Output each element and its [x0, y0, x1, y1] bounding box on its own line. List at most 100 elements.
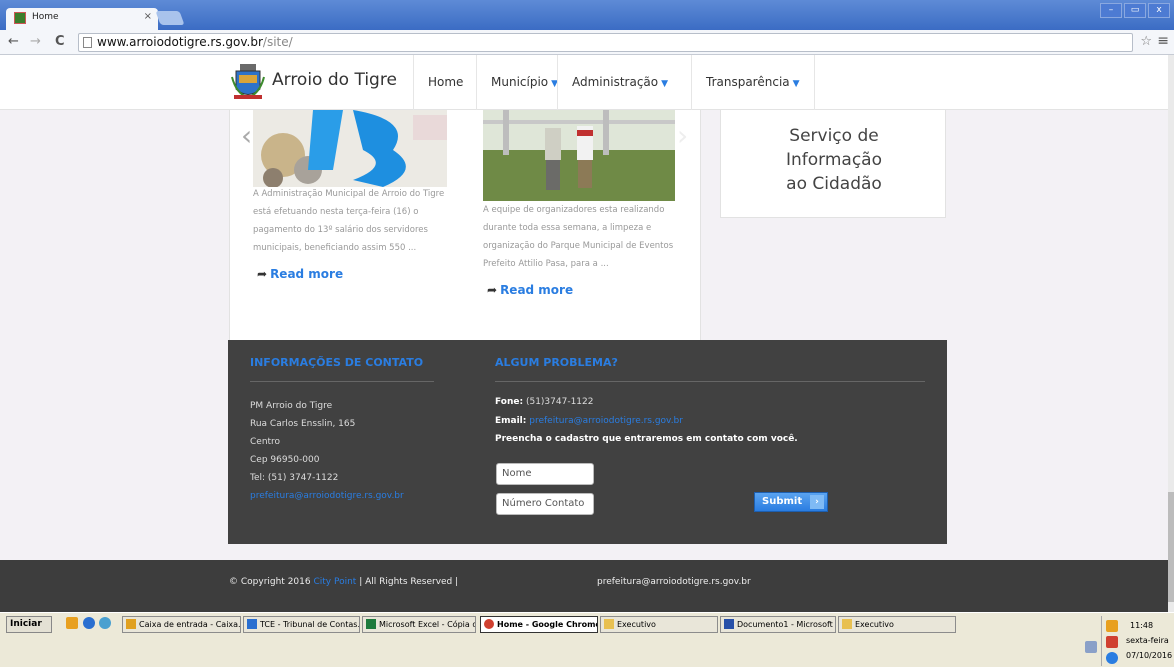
brand-name: Arroio do Tigre: [272, 70, 397, 90]
excerpt-line: organização do Parque Municipal de Event…: [483, 241, 674, 251]
taskbar-item[interactable]: Caixa de entrada - Caixa...: [122, 616, 241, 633]
chevron-down-icon: ▼: [792, 79, 800, 89]
taskbar-item[interactable]: Microsoft Excel - Cópia d...: [362, 616, 476, 633]
excel-icon: [366, 619, 376, 629]
nav-home-label: Home: [428, 75, 464, 89]
nav-municipio-label: Município: [491, 75, 549, 89]
fone-label: Fone:: [495, 397, 524, 407]
site-navbar: Arroio do Tigre Home Município ▼ Administ…: [0, 55, 1168, 110]
taskbar-item[interactable]: TCE - Tribunal de Contas...: [243, 616, 360, 633]
divider: [250, 381, 434, 382]
bookmark-star-icon[interactable]: ☆: [1140, 34, 1152, 49]
address-line: Tel: (51) 3747-1122: [250, 473, 339, 483]
carousel-prev-icon[interactable]: ‹: [241, 119, 252, 152]
news-image-park[interactable]: [483, 110, 675, 201]
tray-app-icon[interactable]: [1106, 620, 1118, 632]
email-value-link[interactable]: prefeitura@arroiodotigre.rs.gov.br: [529, 416, 683, 426]
chevron-down-icon: ▼: [661, 79, 669, 89]
task-label: TCE - Tribunal de Contas...: [260, 620, 360, 629]
task-label: Home - Google Chrome: [497, 620, 598, 629]
nav-administracao[interactable]: Administração ▼: [557, 55, 682, 110]
site-favicon-icon: [14, 12, 26, 24]
site-logo[interactable]: Arroio do Tigre: [230, 63, 410, 103]
site-footer: © Copyright 2016 City Point | All Rights…: [0, 560, 1168, 612]
address-line: Rua Carlos Ensslin, 165: [250, 419, 356, 429]
media-quicklaunch-icon[interactable]: [99, 617, 111, 629]
reload-button[interactable]: C: [55, 34, 65, 49]
task-label: Executivo: [855, 620, 894, 629]
clock-date: 07/10/2016: [1126, 651, 1173, 660]
folder-icon: [604, 619, 614, 629]
taskbar-item-active[interactable]: Home - Google Chrome: [480, 616, 598, 633]
clock-day: sexta-feira: [1126, 636, 1169, 645]
new-tab-button[interactable]: [155, 11, 185, 25]
copyright: © Copyright 2016 City Point | All Rights…: [229, 577, 458, 587]
task-label: Caixa de entrada - Caixa...: [139, 620, 241, 629]
contact-info-heading: INFORMAÇÕES DE CONTATO: [250, 356, 424, 369]
contact-email-link[interactable]: prefeitura@arroiodotigre.rs.gov.br: [250, 487, 404, 505]
copyright-prefix: © Copyright 2016: [229, 577, 311, 587]
fone-line: Fone: (51)3747-1122: [495, 397, 593, 407]
carousel-next-icon[interactable]: ›: [677, 119, 688, 152]
service-line: ao Cidadão: [786, 174, 882, 194]
phone-input[interactable]: Número Contato: [496, 493, 594, 515]
forward-button[interactable]: →: [30, 34, 41, 49]
footer-email-link[interactable]: prefeitura@arroiodotigre.rs.gov.br: [597, 577, 751, 587]
chrome-menu-icon[interactable]: ≡: [1157, 33, 1169, 49]
fone-value: (51)3747-1122: [525, 397, 594, 407]
tab-title: Home: [32, 12, 59, 22]
address-bar[interactable]: www.arroiodotigre.rs.gov.br/site/: [78, 33, 1133, 52]
service-line: Informação: [785, 150, 882, 170]
ie-quicklaunch-icon[interactable]: [83, 617, 95, 629]
news-image-salary[interactable]: [253, 110, 447, 187]
submit-button[interactable]: Submit ›: [754, 492, 828, 512]
tray-app-icon[interactable]: [1106, 636, 1118, 648]
chrome-icon: [484, 619, 494, 629]
nav-transparencia[interactable]: Transparência ▼: [691, 55, 815, 110]
tray-app-icon[interactable]: [1106, 652, 1118, 664]
excerpt-line: pagamento do 13º salário dos servidores: [253, 225, 428, 235]
task-label: Documento1 - Microsoft ...: [737, 620, 836, 629]
read-more-link-1[interactable]: ➦ Read more: [257, 267, 343, 281]
citizen-info-service-box[interactable]: Serviço de Informação ao Cidadão: [720, 110, 946, 218]
copyright-suffix: | All Rights Reserved |: [359, 577, 459, 587]
start-button[interactable]: Iniciar: [6, 616, 52, 633]
taskbar-item[interactable]: Executivo: [600, 616, 718, 633]
task-label: Microsoft Excel - Cópia d...: [379, 620, 476, 629]
read-more-label: Read more: [270, 267, 344, 281]
excerpt-line: municipais, beneficiando assim 550 ...: [253, 243, 417, 253]
mail-icon: [126, 619, 136, 629]
web-page: Arroio do Tigre Home Município ▼ Administ…: [0, 55, 1168, 612]
minimize-button[interactable]: –: [1100, 3, 1122, 18]
email-label: Email:: [495, 416, 527, 426]
task-label: Executivo: [617, 620, 656, 629]
read-more-link-2[interactable]: ➦ Read more: [487, 283, 573, 297]
tab-close-icon[interactable]: ×: [144, 11, 152, 22]
tab-home[interactable]: Home ×: [6, 8, 158, 30]
service-line: Serviço de: [789, 126, 879, 146]
maximize-button[interactable]: ▭: [1124, 3, 1146, 18]
close-window-button[interactable]: x: [1148, 3, 1170, 18]
coins-image: [253, 110, 447, 187]
network-tray-icon[interactable]: [1085, 641, 1097, 653]
address-line: Centro: [250, 437, 281, 447]
window-controls: – ▭ x: [1100, 3, 1170, 18]
word-icon: [724, 619, 734, 629]
submit-label: Submit: [762, 496, 803, 507]
name-input[interactable]: Nome: [496, 463, 594, 485]
divider: [495, 381, 925, 382]
taskbar-item[interactable]: Documento1 - Microsoft ...: [720, 616, 836, 633]
outlook-quicklaunch-icon[interactable]: [66, 617, 78, 629]
email-line: Email: prefeitura@arroiodotigre.rs.gov.b…: [495, 416, 683, 426]
page-icon: [83, 37, 92, 48]
nav-home[interactable]: Home: [413, 55, 477, 110]
scrollbar-thumb[interactable]: [1168, 492, 1174, 602]
back-button[interactable]: ←: [8, 34, 19, 49]
system-tray: 11:48 sexta-feira 07/10/2016: [1101, 616, 1173, 666]
share-arrow-icon: ➦: [257, 267, 268, 281]
taskbar-item[interactable]: Executivo: [838, 616, 956, 633]
url-host: www.arroiodotigre.rs.gov.br: [97, 35, 263, 49]
url-path: /site/: [262, 35, 293, 49]
company-link[interactable]: City Point: [313, 577, 356, 587]
problem-heading: ALGUM PROBLEMA?: [495, 356, 618, 369]
